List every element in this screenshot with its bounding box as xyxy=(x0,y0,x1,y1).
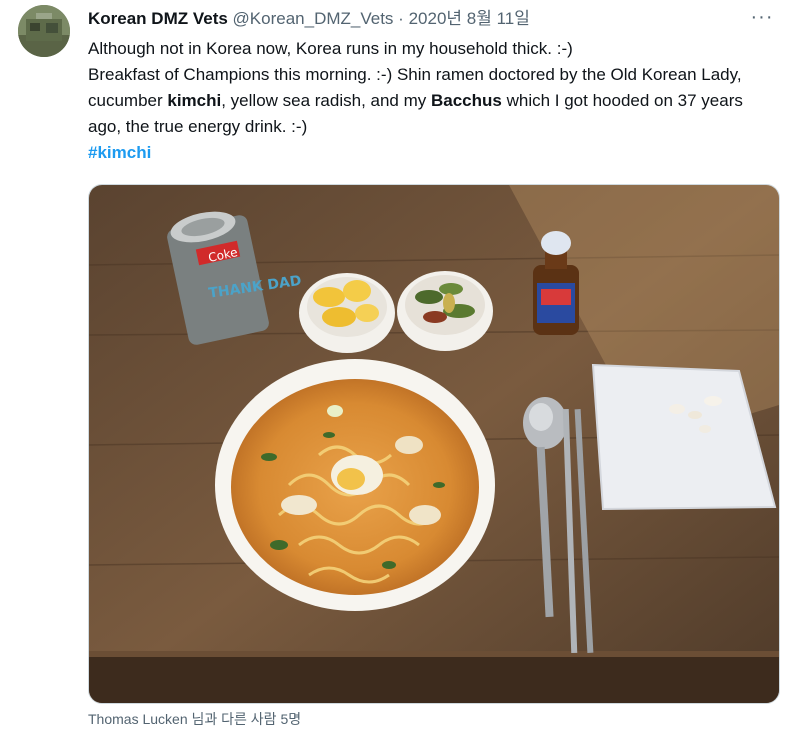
tweet-line-1: Although not in Korea now, Korea runs in… xyxy=(88,39,573,58)
tweet-line-2: Breakfast of Champions this morning. :-)… xyxy=(88,62,778,140)
user-handle[interactable]: @Korean_DMZ_Vets xyxy=(233,9,394,28)
kimchi-bold: kimchi xyxy=(167,91,222,110)
hashtag-link[interactable]: #kimchi xyxy=(88,143,151,162)
tweet-text-part-b: , yellow sea radish, and my xyxy=(221,91,431,110)
header-separator: · xyxy=(398,9,404,28)
yellow-radish-bowl xyxy=(299,273,395,353)
table-edge xyxy=(89,655,779,703)
bacchus-bold: Bacchus xyxy=(431,91,502,110)
more-options-icon[interactable]: ··· xyxy=(748,6,776,30)
cucumber-kimchi-bowl xyxy=(397,271,493,351)
ramen-bowl xyxy=(215,359,495,611)
breakfast-photo: Coke THANK DAD xyxy=(89,185,779,703)
display-name[interactable]: Korean DMZ Vets xyxy=(88,9,228,28)
tweet-date[interactable]: 2020년 8월 11일 xyxy=(409,9,530,28)
tweet-text: Although not in Korea now, Korea runs in… xyxy=(88,36,778,166)
tweet-photo[interactable]: Coke THANK DAD xyxy=(88,184,780,704)
tweet-header: Korean DMZ Vets @Korean_DMZ_Vets · 2020년… xyxy=(88,8,740,32)
avatar[interactable] xyxy=(18,5,70,57)
tagged-users[interactable]: Thomas Lucken 님과 다른 사람 5명 xyxy=(88,709,301,729)
avatar-image xyxy=(18,5,70,57)
